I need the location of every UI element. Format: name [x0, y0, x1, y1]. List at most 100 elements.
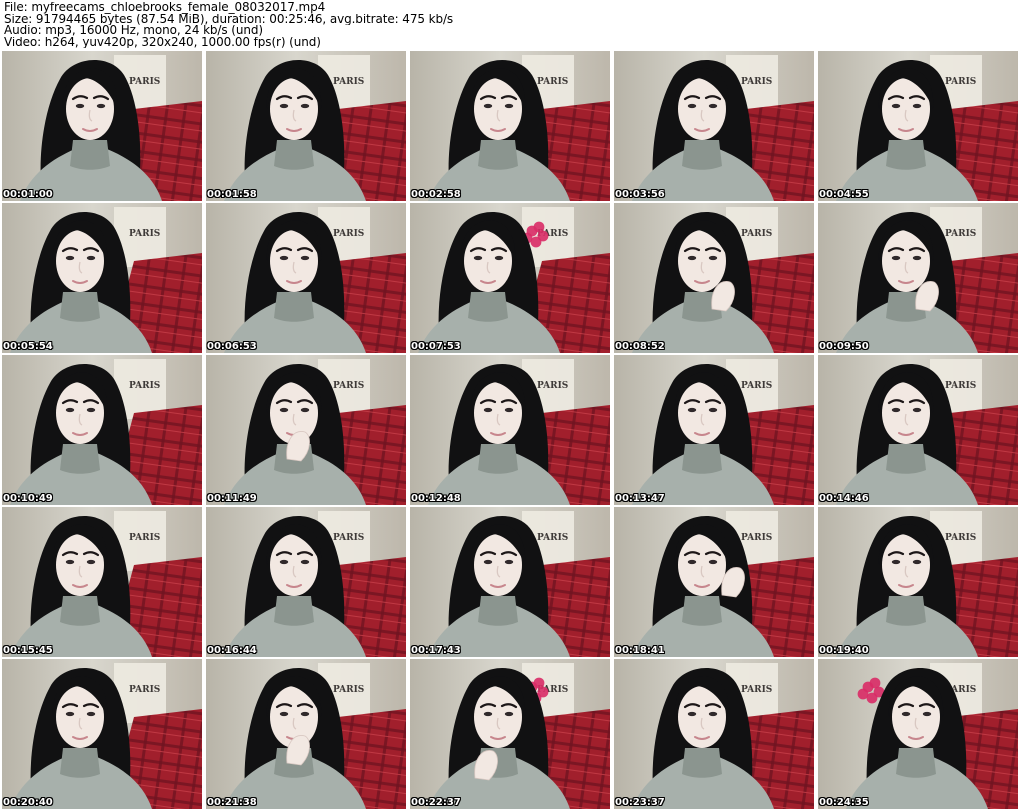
right-eye	[86, 711, 96, 717]
thumbnail-scene: PARIS	[206, 51, 406, 201]
right-eye	[504, 103, 514, 109]
video-thumbnail: PARIS 00:19:40	[818, 507, 1018, 657]
turtleneck-collar	[468, 292, 508, 322]
left-eye	[483, 559, 493, 565]
video-thumbnail: PARIS 00:11:49	[206, 355, 406, 505]
thumbnail-timestamp: 00:11:49	[207, 493, 257, 504]
left-eye	[891, 255, 901, 261]
poster-text: PARIS	[537, 381, 568, 391]
poster-text: PARIS	[333, 685, 364, 695]
video-thumbnail: PARIS 00:18:41	[614, 507, 814, 657]
poster-text: PARIS	[129, 685, 160, 695]
video-thumbnail: PARIS 00:03:56	[614, 51, 814, 201]
poster-text: PARIS	[741, 381, 772, 391]
right-eye	[96, 103, 106, 109]
thumbnail-timestamp: 00:10:49	[3, 493, 53, 504]
video-thumbnail: PARIS 00:09:50	[818, 203, 1018, 353]
turtleneck-collar	[886, 444, 926, 474]
video-thumbnail: PARIS 00:17:43	[410, 507, 610, 657]
video-thumbnail: PARIS 00:15:45	[2, 507, 202, 657]
turtleneck-collar	[274, 596, 314, 626]
poster-text: PARIS	[537, 77, 568, 87]
thumbnail-timestamp: 00:01:00	[3, 189, 53, 200]
poster-text: PARIS	[945, 533, 976, 543]
right-eye	[708, 103, 718, 109]
left-eye	[65, 255, 75, 261]
video-thumbnail: PARIS 00:06:53	[206, 203, 406, 353]
thumbnail-timestamp: 00:03:56	[615, 189, 665, 200]
thumbnail-timestamp: 00:04:55	[819, 189, 869, 200]
right-eye	[708, 559, 718, 565]
turtleneck-collar	[60, 444, 100, 474]
turtleneck-collar	[682, 596, 722, 626]
thumbnail-scene: PARIS	[614, 51, 814, 201]
left-eye	[891, 103, 901, 109]
right-eye	[708, 711, 718, 717]
thumbnail-scene: PARIS	[614, 203, 814, 353]
video-thumbnail: PARIS 00:12:48	[410, 355, 610, 505]
poster-text: PARIS	[945, 229, 976, 239]
video-thumbnail: PARIS 00:20:40	[2, 659, 202, 809]
turtleneck-collar	[682, 140, 722, 170]
turtleneck-collar	[886, 596, 926, 626]
video-thumbnail: PARIS 00:21:38	[206, 659, 406, 809]
thumbnail-timestamp: 00:24:35	[819, 797, 869, 808]
poster-text: PARIS	[741, 533, 772, 543]
thumbnail-timestamp: 00:01:58	[207, 189, 257, 200]
left-eye	[279, 559, 289, 565]
left-eye	[65, 559, 75, 565]
video-thumbnail: PARIS 00:01:58	[206, 51, 406, 201]
video-thumbnail: PARIS 00:23:37	[614, 659, 814, 809]
audio-info-line: Audio: mp3, 16000 Hz, mono, 24 kb/s (und…	[4, 25, 263, 37]
poster-text: PARIS	[129, 533, 160, 543]
poster-text: PARIS	[333, 229, 364, 239]
right-eye	[912, 255, 922, 261]
thumbnail-timestamp: 00:19:40	[819, 645, 869, 656]
left-eye	[891, 559, 901, 565]
video-thumbnail: PARIS 00:16:44	[206, 507, 406, 657]
left-eye	[75, 103, 85, 109]
left-eye	[279, 103, 289, 109]
turtleneck-collar	[60, 292, 100, 322]
thumbnail-scene: PARIS	[614, 507, 814, 657]
thumbnail-timestamp: 00:21:38	[207, 797, 257, 808]
poster-text: PARIS	[129, 381, 160, 391]
thumbnail-scene: PARIS	[818, 659, 1018, 809]
file-name-line: File: myfreecams_chloebrooks_female_0803…	[4, 2, 326, 14]
file-size-line: Size: 91794465 bytes (87.54 MiB), durati…	[4, 13, 454, 26]
thumbnail-timestamp: 00:18:41	[615, 645, 665, 656]
thumbnail-timestamp: 00:17:43	[411, 645, 461, 656]
thumbnail-scene: PARIS	[818, 51, 1018, 201]
turtleneck-collar	[478, 596, 518, 626]
thumbnail-timestamp: 00:22:37	[411, 797, 461, 808]
video-thumbnail: PARIS 00:22:37	[410, 659, 610, 809]
left-eye	[687, 407, 697, 413]
thumbnail-scene: PARIS	[410, 355, 610, 505]
thumbnail-timestamp: 00:07:53	[411, 341, 461, 352]
video-thumbnail: PARIS 00:02:58	[410, 51, 610, 201]
turtleneck-collar	[478, 444, 518, 474]
left-eye	[687, 559, 697, 565]
right-eye	[86, 407, 96, 413]
video-thumbnail: PARIS 00:08:52	[614, 203, 814, 353]
turtleneck-collar	[478, 140, 518, 170]
turtleneck-collar	[682, 748, 722, 778]
thumbnail-scene: PARIS	[2, 203, 202, 353]
thumbnail-timestamp: 00:12:48	[411, 493, 461, 504]
left-eye	[483, 711, 493, 717]
video-thumbnail: PARIS 00:24:35	[818, 659, 1018, 809]
turtleneck-collar	[60, 748, 100, 778]
right-eye	[494, 255, 504, 261]
turtleneck-collar	[682, 444, 722, 474]
left-eye	[687, 711, 697, 717]
right-eye	[922, 711, 932, 717]
video-thumbnail: PARIS 00:05:54	[2, 203, 202, 353]
poster-text: PARIS	[741, 685, 772, 695]
thumbnail-scene: PARIS	[410, 203, 610, 353]
thumbnail-scene: PARIS	[206, 355, 406, 505]
left-eye	[483, 103, 493, 109]
thumbnail-scene: PARIS	[410, 51, 610, 201]
video-thumbnail: PARIS 00:13:47	[614, 355, 814, 505]
left-eye	[473, 255, 483, 261]
thumbnail-scene: PARIS	[818, 203, 1018, 353]
